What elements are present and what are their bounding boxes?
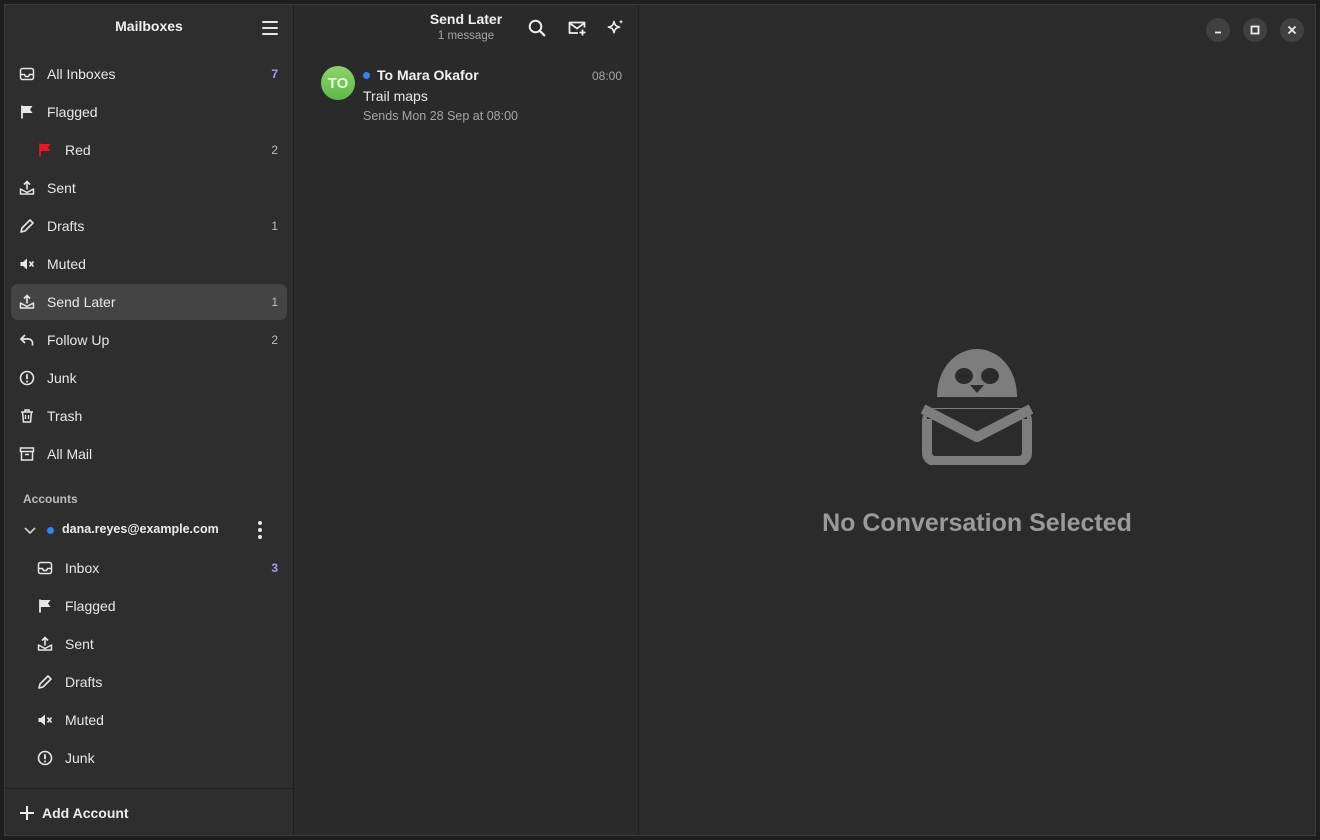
unread-count: 3 <box>271 561 278 575</box>
account-item-junk[interactable]: Junk <box>11 740 287 776</box>
add-account-button[interactable]: Add Account <box>19 803 129 823</box>
message-recipient: To Mara Okafor <box>377 67 479 83</box>
sidebar: Mailboxes All Inboxes 7 Flagged Red 2 Se… <box>5 5 294 835</box>
sidebar-item-sent[interactable]: Sent <box>11 170 287 206</box>
mailbox-list: All Inboxes 7 Flagged Red 2 Sent Drafts … <box>11 56 287 474</box>
sidebar-item-junk[interactable]: Junk <box>11 360 287 396</box>
sparkle-icon[interactable] <box>606 18 626 38</box>
account-item-inbox[interactable]: Inbox 3 <box>11 550 287 586</box>
sent-icon <box>37 636 53 652</box>
plus-icon <box>19 805 35 821</box>
account-item-muted[interactable]: Muted <box>11 702 287 738</box>
message-count: 1 message <box>437 30 495 42</box>
message-subject: Trail maps <box>363 88 428 104</box>
account-item-label: Drafts <box>65 674 103 690</box>
message-list-pane: Send Later 1 message TO To Mara Okafor 0… <box>294 5 639 835</box>
muted-icon <box>37 712 53 728</box>
sidebar-item-all-mail[interactable]: All Mail <box>11 436 287 472</box>
item-count: 1 <box>271 295 278 309</box>
muted-icon <box>19 256 35 272</box>
account-email: dana.reyes@example.com <box>62 522 219 536</box>
message-time: 08:00 <box>591 69 622 83</box>
avatar: TO <box>321 66 355 100</box>
red-flag-icon <box>37 142 53 158</box>
compose-icon[interactable] <box>567 18 587 38</box>
item-count: 2 <box>271 143 278 157</box>
sidebar-item-label: Flagged <box>47 104 98 120</box>
sidebar-item-label: All Inboxes <box>47 66 116 82</box>
item-count: 2 <box>271 333 278 347</box>
close-button[interactable] <box>1280 18 1304 42</box>
sidebar-item-follow-up[interactable]: Follow Up 2 <box>11 322 287 358</box>
inbox-icon <box>19 66 35 82</box>
account-item-label: Flagged <box>65 598 116 614</box>
send-later-icon <box>19 294 35 310</box>
message-row[interactable]: TO To Mara Okafor 08:00 Trail maps Sends… <box>294 57 638 129</box>
inbox-icon <box>37 560 53 576</box>
sidebar-item-label: Drafts <box>47 218 85 234</box>
mail-mascot-icon <box>920 347 1034 466</box>
account-item-label: Junk <box>65 750 95 766</box>
account-status-dot <box>47 527 54 534</box>
message-list-title: Send Later <box>429 11 503 27</box>
reply-icon <box>19 332 35 348</box>
flag-icon <box>19 104 35 120</box>
add-account-label: Add Account <box>42 805 129 821</box>
account-item-label: Sent <box>65 636 94 652</box>
sent-icon <box>19 180 35 196</box>
account-folder-list: Inbox 3 Flagged Sent Drafts Muted Junk <box>11 550 287 778</box>
sidebar-item-label: Red <box>65 142 91 158</box>
account-item-drafts[interactable]: Drafts <box>11 664 287 700</box>
sidebar-item-muted[interactable]: Muted <box>11 246 287 282</box>
account-item-label: Inbox <box>65 560 100 576</box>
minimize-button[interactable] <box>1206 18 1230 42</box>
sidebar-item-label: Sent <box>47 180 76 196</box>
account-item-flagged[interactable]: Flagged <box>11 588 287 624</box>
mail-window: Mailboxes All Inboxes 7 Flagged Red 2 Se… <box>4 4 1316 836</box>
flag-icon <box>37 598 53 614</box>
reading-pane: No Conversation Selected <box>639 5 1315 835</box>
empty-state-text: No Conversation Selected <box>822 509 1132 537</box>
pencil-icon <box>37 674 53 690</box>
more-options-icon[interactable] <box>255 521 265 539</box>
sidebar-footer: Add Account <box>5 788 293 835</box>
sidebar-item-label: Send Later <box>47 294 116 310</box>
sidebar-item-flagged[interactable]: Flagged <box>11 94 287 130</box>
sidebar-header: Mailboxes <box>5 5 293 51</box>
sidebar-item-red-flag[interactable]: Red 2 <box>11 132 287 168</box>
message-schedule: Sends Mon 28 Sep at 08:00 <box>363 109 518 123</box>
pencil-icon <box>19 218 35 234</box>
hamburger-menu-icon[interactable] <box>262 21 278 35</box>
sidebar-item-label: All Mail <box>47 446 93 462</box>
archive-icon <box>19 446 35 462</box>
sidebar-item-drafts[interactable]: Drafts 1 <box>11 208 287 244</box>
trash-icon <box>19 408 35 424</box>
junk-icon <box>37 750 53 766</box>
account-row[interactable]: dana.reyes@example.com <box>11 512 287 548</box>
junk-icon <box>19 370 35 386</box>
search-icon[interactable] <box>527 18 547 38</box>
sidebar-title: Mailboxes <box>115 18 183 34</box>
sidebar-item-label: Muted <box>47 256 86 272</box>
sidebar-item-trash[interactable]: Trash <box>11 398 287 434</box>
unread-count: 7 <box>271 67 278 81</box>
chevron-down-icon[interactable] <box>23 524 37 536</box>
accounts-heading: Accounts <box>23 492 78 506</box>
maximize-button[interactable] <box>1243 18 1267 42</box>
account-item-sent[interactable]: Sent <box>11 626 287 662</box>
sidebar-item-label: Junk <box>47 370 77 386</box>
unread-indicator <box>363 72 370 79</box>
sidebar-item-label: Trash <box>47 408 83 424</box>
account-item-label: Muted <box>65 712 104 728</box>
sidebar-item-label: Follow Up <box>47 332 110 348</box>
item-count: 1 <box>271 219 278 233</box>
sidebar-item-all-inboxes[interactable]: All Inboxes 7 <box>11 56 287 92</box>
sidebar-item-send-later[interactable]: Send Later 1 <box>11 284 287 320</box>
